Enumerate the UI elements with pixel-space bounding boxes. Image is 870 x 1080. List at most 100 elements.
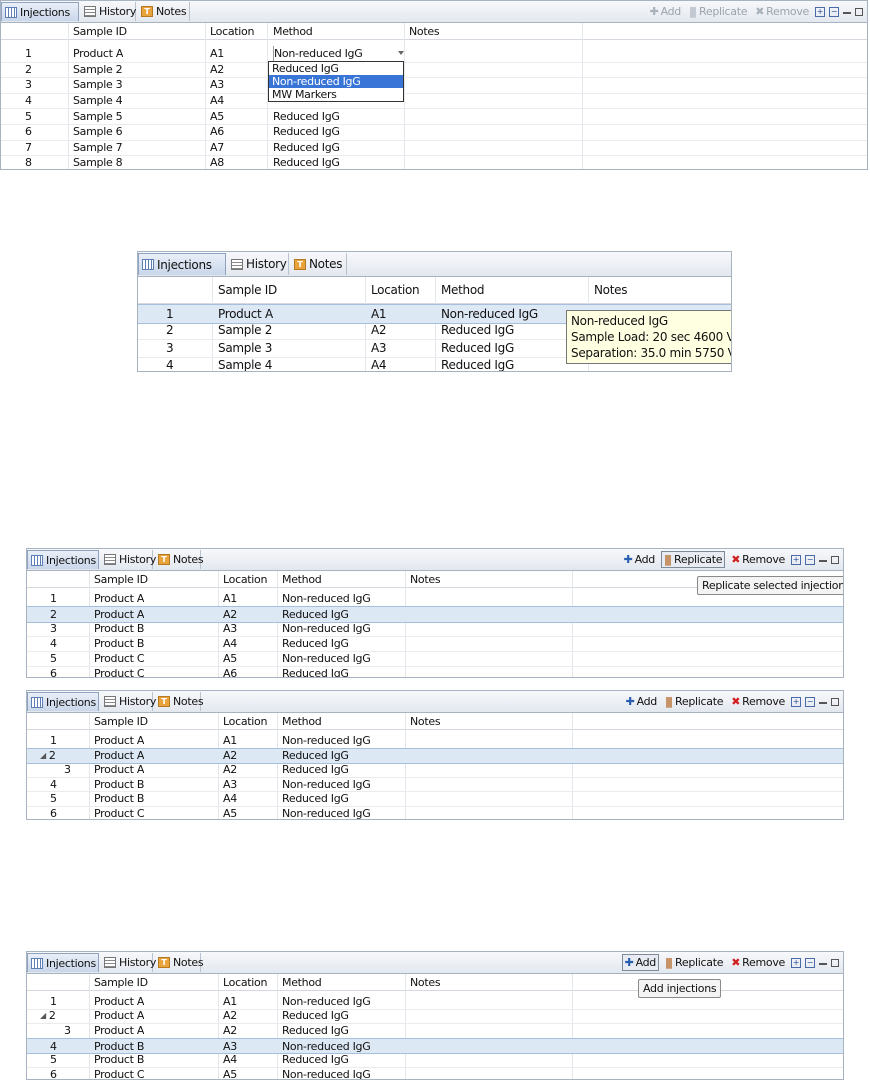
method-cell[interactable]: Non-reduced IgG xyxy=(282,994,370,1009)
header-location[interactable]: Location xyxy=(371,277,419,303)
method-cell[interactable]: Reduced IgG xyxy=(282,749,349,764)
table-row[interactable]: 5 Product B A4 Reduced IgG xyxy=(27,791,843,807)
header-location[interactable]: Location xyxy=(223,713,267,729)
dropdown-arrow-icon[interactable] xyxy=(398,51,404,55)
method-cell[interactable]: Non-reduced IgG xyxy=(441,305,538,323)
header-notes[interactable]: Notes xyxy=(594,277,627,303)
remove-button[interactable]: ✖ Remove xyxy=(729,694,787,709)
method-cell[interactable]: Non-reduced IgG xyxy=(282,621,370,636)
collapse-all-icon[interactable]: − xyxy=(805,554,815,565)
table-row[interactable]: 1 Product A A1 Non-reduced IgG xyxy=(1,46,867,63)
header-notes[interactable]: Notes xyxy=(410,713,440,729)
method-cell[interactable]: Reduced IgG xyxy=(273,140,340,156)
tab-injections[interactable]: Injections xyxy=(138,253,226,275)
method-cell[interactable]: Reduced IgG xyxy=(273,155,340,169)
table-row[interactable]: 7 Sample 7 A7 Reduced IgG xyxy=(1,140,867,157)
dropdown-option-mw-markers[interactable]: MW Markers xyxy=(269,88,403,101)
table-row[interactable]: 4 Product B A3 Non-reduced IgG xyxy=(27,777,843,793)
dropdown-option-reduced-igg[interactable]: Reduced IgG xyxy=(269,62,403,75)
header-method[interactable]: Method xyxy=(441,277,484,303)
table-row[interactable]: 6 Product C A6 Reduced IgG xyxy=(27,666,843,677)
tab-notes[interactable]: T Notes xyxy=(155,550,204,569)
tab-injections[interactable]: Injections xyxy=(1,2,79,21)
collapse-all-icon[interactable]: − xyxy=(805,957,815,968)
method-cell[interactable]: Non-reduced IgG xyxy=(282,591,370,606)
tab-injections[interactable]: Injections xyxy=(27,953,99,972)
tab-notes[interactable]: T Notes xyxy=(155,953,204,972)
method-cell[interactable]: Non-reduced IgG xyxy=(282,806,370,819)
tab-history[interactable]: History xyxy=(101,953,156,972)
header-method[interactable]: Method xyxy=(282,974,321,990)
maximize-icon[interactable] xyxy=(831,697,839,706)
replicate-button[interactable]: ||| Replicate xyxy=(660,551,726,568)
table-row[interactable]: ◢ 2 Product A A2 Reduced IgG xyxy=(27,1009,843,1025)
header-notes[interactable]: Notes xyxy=(409,23,439,39)
method-cell[interactable]: Non-reduced IgG xyxy=(282,733,370,748)
minimize-icon[interactable] xyxy=(843,10,851,14)
method-cell[interactable]: Reduced IgG xyxy=(273,108,340,124)
expand-all-icon[interactable]: + xyxy=(791,957,801,968)
tab-injections[interactable]: Injections xyxy=(27,692,99,711)
expand-all-icon[interactable]: + xyxy=(791,554,801,565)
collapse-all-icon[interactable]: − xyxy=(829,6,839,17)
header-sample-id[interactable]: Sample ID xyxy=(94,571,148,587)
table-row[interactable]: 4 Product B A4 Reduced IgG xyxy=(27,636,843,652)
table-row[interactable]: 5 Product C A5 Non-reduced IgG xyxy=(27,651,843,667)
header-location[interactable]: Location xyxy=(223,974,267,990)
tab-history[interactable]: History xyxy=(81,2,136,21)
minimize-icon[interactable] xyxy=(819,700,827,704)
tree-expand-icon[interactable]: ◢ xyxy=(40,1011,46,1020)
method-cell[interactable]: Reduced IgG xyxy=(282,636,349,651)
tab-notes[interactable]: T Notes xyxy=(138,2,190,21)
method-cell[interactable]: Reduced IgG xyxy=(282,1023,349,1038)
table-row[interactable]: 3 Product A A2 Reduced IgG xyxy=(27,762,843,778)
replicate-button[interactable]: ||| Replicate xyxy=(687,4,749,19)
method-cell[interactable]: Non-reduced IgG xyxy=(282,1067,370,1079)
table-row[interactable]: 1 Product A A1 Non-reduced IgG xyxy=(27,733,843,749)
header-location[interactable]: Location xyxy=(210,23,254,39)
replicate-button[interactable]: ||| Replicate xyxy=(663,694,725,709)
header-method[interactable]: Method xyxy=(273,23,312,39)
tab-history[interactable]: History xyxy=(101,550,156,569)
header-sample-id[interactable]: Sample ID xyxy=(94,713,148,729)
add-button[interactable]: ✚ Add xyxy=(624,694,659,709)
table-row[interactable]: 8 Sample 8 A8 Reduced IgG xyxy=(1,155,867,169)
maximize-icon[interactable] xyxy=(831,555,839,564)
method-cell[interactable]: Reduced IgG xyxy=(282,791,349,806)
table-row[interactable]: 5 Sample 5 A5 Reduced IgG xyxy=(1,108,867,125)
method-cell[interactable]: Reduced IgG xyxy=(282,607,349,622)
add-button[interactable]: ✚ Add xyxy=(621,954,659,971)
header-location[interactable]: Location xyxy=(223,571,267,587)
tab-history[interactable]: History xyxy=(101,692,156,711)
method-cell[interactable]: Reduced IgG xyxy=(282,1052,349,1067)
collapse-all-icon[interactable]: − xyxy=(805,696,815,707)
tab-notes[interactable]: T Notes xyxy=(155,692,204,711)
expand-all-icon[interactable]: + xyxy=(791,696,801,707)
table-row[interactable]: 2 Sample 2 A2 xyxy=(1,62,867,79)
method-cell[interactable]: Reduced IgG xyxy=(273,124,340,140)
minimize-icon[interactable] xyxy=(819,558,827,562)
header-notes[interactable]: Notes xyxy=(410,571,440,587)
table-row[interactable]: 4 Sample 4 A4 xyxy=(1,93,867,110)
method-cell[interactable]: Reduced IgG xyxy=(441,322,514,340)
remove-button[interactable]: ✖ Remove xyxy=(729,552,787,567)
add-button[interactable]: ✚ Add xyxy=(648,4,683,19)
header-method[interactable]: Method xyxy=(282,713,321,729)
dropdown-option-non-reduced-igg[interactable]: Non-reduced IgG xyxy=(269,75,403,88)
tab-notes[interactable]: T Notes xyxy=(291,253,347,275)
remove-button[interactable]: ✖ Remove xyxy=(729,955,787,970)
method-dropdown-list[interactable]: Reduced IgG Non-reduced IgG MW Markers xyxy=(268,61,404,102)
method-cell[interactable]: Non-reduced IgG xyxy=(282,1039,370,1054)
add-button[interactable]: ✚ Add xyxy=(622,552,657,567)
method-cell[interactable]: Reduced IgG xyxy=(282,1009,349,1024)
method-cell[interactable]: Non-reduced IgG xyxy=(273,46,408,62)
tree-expand-icon[interactable]: ◢ xyxy=(40,751,46,760)
method-cell[interactable]: Reduced IgG xyxy=(441,357,514,371)
table-row[interactable]: 6 Sample 6 A6 Reduced IgG xyxy=(1,124,867,141)
maximize-icon[interactable] xyxy=(855,7,863,16)
table-row[interactable]: 6 Product C A5 Non-reduced IgG xyxy=(27,1067,843,1079)
remove-button[interactable]: ✖ Remove xyxy=(753,4,811,19)
method-cell[interactable]: Reduced IgG xyxy=(441,339,514,357)
tab-history[interactable]: History xyxy=(228,253,289,275)
table-row[interactable]: 3 Product B A3 Non-reduced IgG xyxy=(27,621,843,637)
